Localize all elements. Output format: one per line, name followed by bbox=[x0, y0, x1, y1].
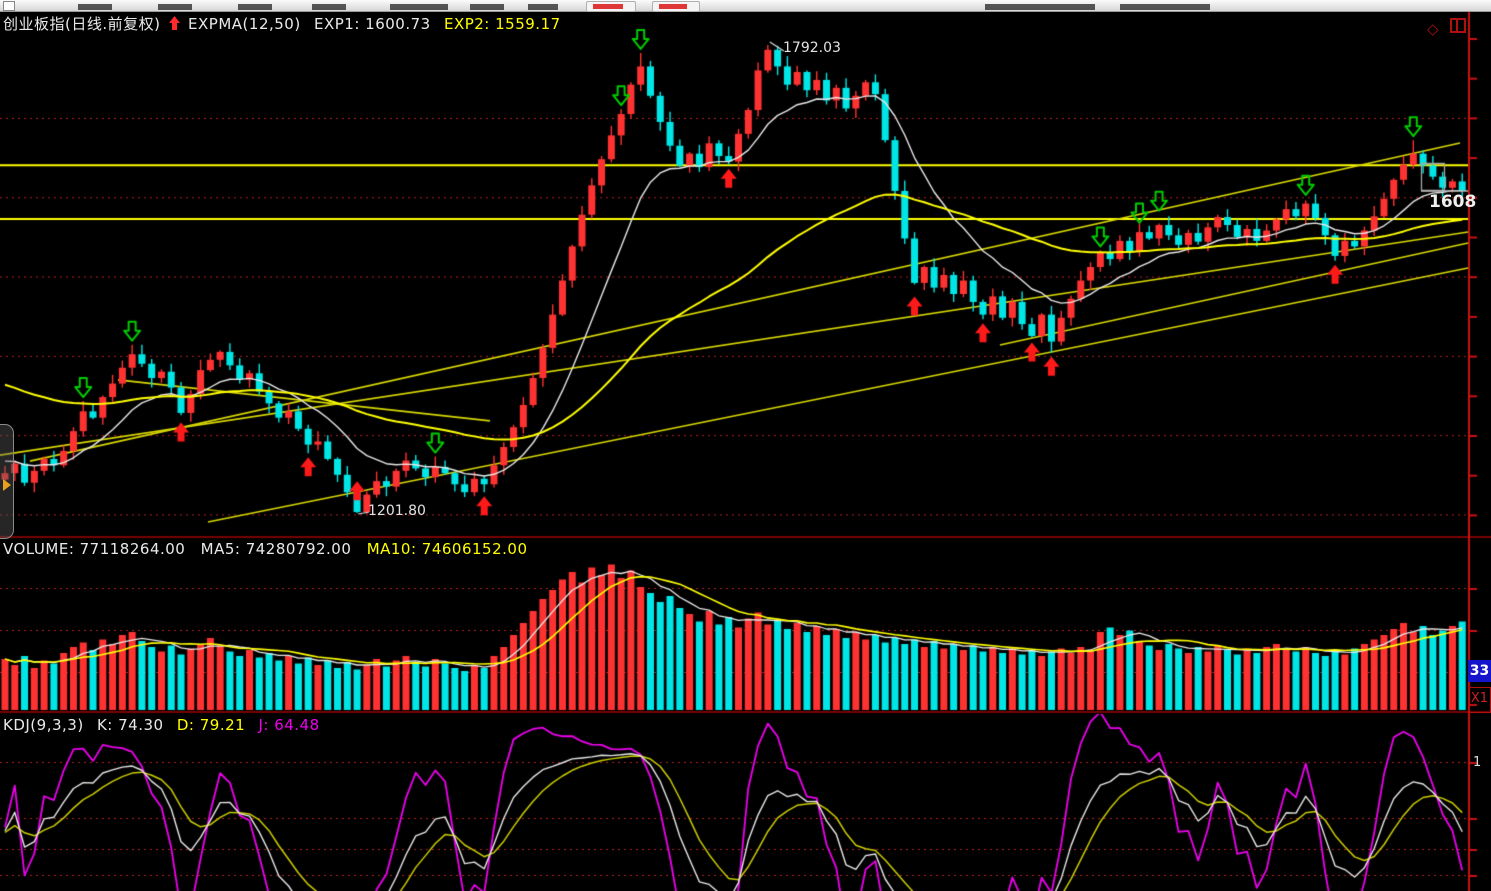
menu-button[interactable] bbox=[652, 1, 700, 12]
diamond-icon[interactable]: ◇ bbox=[1427, 20, 1439, 38]
kdj-k-value: K: 74.30 bbox=[97, 716, 164, 734]
kdj-header: KDJ(9,3,3) K: 74.30 D: 79.21 J: 64.48 bbox=[3, 716, 320, 734]
volume-ma5-value: MA5: 74280792.00 bbox=[201, 540, 352, 558]
menu-item-fragment[interactable] bbox=[1120, 4, 1210, 10]
symbol-title: 创业板指(日线.前复权) bbox=[3, 15, 160, 33]
kdj-scale-label: 1 bbox=[1473, 755, 1481, 770]
volume-header: VOLUME: 77118264.00 MA5: 74280792.00 MA1… bbox=[3, 540, 528, 558]
expma-up-arrow-icon bbox=[168, 16, 181, 31]
menu-item-fragment[interactable] bbox=[78, 4, 112, 10]
kdj-j-value: J: 64.48 bbox=[258, 716, 319, 734]
expand-right-icon bbox=[3, 479, 11, 491]
volume-scale-badge: 33 bbox=[1468, 660, 1491, 682]
menu-item-fragment[interactable] bbox=[470, 4, 504, 10]
menu-item-fragment[interactable] bbox=[390, 4, 448, 10]
menu-item-fragment[interactable] bbox=[158, 4, 192, 10]
last-price-label: 1608 bbox=[1429, 192, 1476, 212]
chart-title-bar: 创业板指(日线.前复权) EXPMA(12,50) EXP1: 1600.73 … bbox=[3, 13, 561, 34]
left-panel-expander[interactable] bbox=[0, 424, 14, 539]
menu-button[interactable] bbox=[586, 1, 636, 12]
menu-item-fragment[interactable] bbox=[312, 4, 346, 10]
menu-item-fragment[interactable] bbox=[528, 4, 558, 10]
indicator-name: EXPMA(12,50) bbox=[188, 15, 301, 33]
menu-item-fragment[interactable] bbox=[985, 4, 1095, 10]
low-price-annotation: 1201.80 bbox=[368, 503, 426, 519]
menu-bar[interactable] bbox=[0, 0, 1491, 12]
menu-item-fragment[interactable] bbox=[238, 4, 272, 10]
app-icon[interactable] bbox=[3, 1, 15, 11]
volume-multiplier-badge: X1 bbox=[1468, 687, 1491, 713]
volume-value: VOLUME: 77118264.00 bbox=[3, 540, 185, 558]
chart-canvas[interactable] bbox=[0, 0, 1491, 891]
high-price-annotation: 1792.03 bbox=[783, 40, 841, 56]
chart-corner-icons: ◇ bbox=[1427, 18, 1466, 38]
volume-ma10-value: MA10: 74606152.00 bbox=[367, 540, 528, 558]
exp2-value: EXP2: 1559.17 bbox=[444, 15, 561, 33]
kdj-d-value: D: 79.21 bbox=[177, 716, 245, 734]
kdj-name: KDJ(9,3,3) bbox=[3, 716, 84, 734]
window-split-icon[interactable] bbox=[1450, 18, 1466, 33]
exp1-value: EXP1: 1600.73 bbox=[314, 15, 431, 33]
trading-terminal-window: 创业板指(日线.前复权) EXPMA(12,50) EXP1: 1600.73 … bbox=[0, 0, 1491, 891]
